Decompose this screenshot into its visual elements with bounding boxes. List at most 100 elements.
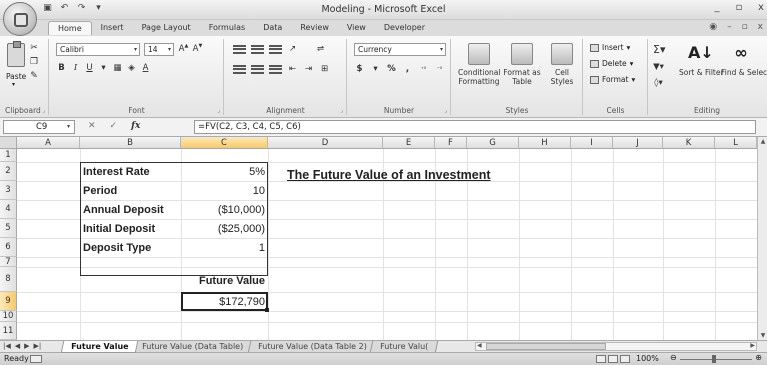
align-center-icon[interactable] xyxy=(251,64,264,74)
font-size-select[interactable]: 14 ▾ xyxy=(144,43,174,56)
scroll-right-icon[interactable]: ▶ xyxy=(750,342,755,349)
cell-c8-future-value-label[interactable]: Future Value xyxy=(181,270,268,292)
cancel-entry-icon[interactable]: ✕ xyxy=(88,121,96,131)
first-sheet-icon[interactable]: |◀ xyxy=(3,342,11,350)
column-header-f[interactable]: F xyxy=(435,137,467,149)
currency-button[interactable]: $ xyxy=(354,64,365,74)
bold-button[interactable]: B xyxy=(56,63,67,73)
increase-indent-icon[interactable]: ⇥ xyxy=(303,64,314,74)
row-header-6[interactable]: 6 xyxy=(0,238,17,257)
tab-view[interactable]: View xyxy=(338,21,375,35)
zoom-slider-knob[interactable] xyxy=(712,355,716,363)
last-sheet-icon[interactable]: ▶| xyxy=(34,342,42,350)
horizontal-scroll-thumb[interactable] xyxy=(486,343,606,350)
confirm-entry-icon[interactable]: ✓ xyxy=(110,121,118,131)
row-header-2[interactable]: 2 xyxy=(0,162,17,181)
active-cell-selection[interactable] xyxy=(181,292,269,312)
minimize-button[interactable]: _ xyxy=(713,2,721,13)
align-middle-icon[interactable] xyxy=(251,44,264,54)
underline-dropdown-icon[interactable]: ▾ xyxy=(98,63,109,73)
fill-icon[interactable]: ▼▾ xyxy=(653,62,664,72)
tab-developer[interactable]: Developer xyxy=(375,21,434,35)
fill-color-icon[interactable]: ◈ xyxy=(126,63,137,73)
horizontal-scrollbar[interactable]: ◀ ▶ xyxy=(475,342,757,351)
alignment-launcher-icon[interactable]: ⌟ xyxy=(340,107,343,114)
paste-button[interactable]: Paste xyxy=(6,72,26,81)
column-header-b[interactable]: B xyxy=(80,137,181,149)
row-header-4[interactable]: 4 xyxy=(0,200,17,219)
cell-c5[interactable]: ($25,000) xyxy=(181,219,268,238)
row-header-8[interactable]: 8 xyxy=(0,267,17,292)
row-header-1[interactable]: 1 xyxy=(0,149,17,162)
scroll-left-icon[interactable]: ◀ xyxy=(477,342,482,349)
insert-cells-button[interactable]: Insert ▾ xyxy=(590,43,630,52)
clear-icon[interactable]: ◊▾ xyxy=(653,78,664,88)
grow-font-icon[interactable]: A▲ xyxy=(178,43,189,54)
formula-input[interactable]: =FV(C2, C3, C4, C5, C6) xyxy=(194,120,756,134)
font-launcher-icon[interactable]: ⌟ xyxy=(217,107,220,114)
column-header-e[interactable]: E xyxy=(383,137,435,149)
name-box[interactable]: C9 ▾ xyxy=(3,120,75,134)
tab-insert[interactable]: Insert xyxy=(92,21,133,35)
sort-filter-button[interactable]: A↓ Sort & Filter xyxy=(679,43,724,77)
select-all-button[interactable] xyxy=(0,137,17,149)
row-header-7[interactable]: 7 xyxy=(0,257,17,267)
cell-c4[interactable]: ($10,000) xyxy=(181,200,268,219)
row-header-10[interactable]: 10 xyxy=(0,311,17,322)
normal-view-icon[interactable] xyxy=(596,355,606,363)
percent-button[interactable]: % xyxy=(386,64,397,74)
wrap-text-icon[interactable]: ⇌ xyxy=(315,44,326,54)
cell-c2[interactable]: 5% xyxy=(181,162,268,181)
column-header-k[interactable]: K xyxy=(663,137,715,149)
cell-b6[interactable]: Deposit Type xyxy=(80,238,181,257)
column-header-j[interactable]: J xyxy=(613,137,663,149)
shrink-font-icon[interactable]: A▼ xyxy=(192,43,203,54)
align-top-icon[interactable] xyxy=(233,44,246,54)
cell-c3[interactable]: 10 xyxy=(181,181,268,200)
italic-button[interactable]: I xyxy=(70,63,81,73)
borders-icon[interactable]: ▦ xyxy=(112,63,123,73)
cell-b5[interactable]: Initial Deposit xyxy=(80,219,181,238)
currency-dropdown-icon[interactable]: ▾ xyxy=(370,64,381,74)
cut-icon[interactable]: ✂ xyxy=(29,43,39,53)
ribbon-restore-icon[interactable]: ▫ xyxy=(742,22,748,32)
autosum-icon[interactable]: Σ▾ xyxy=(653,43,665,56)
scroll-up-icon[interactable]: ▲ xyxy=(759,138,767,145)
format-cells-button[interactable]: Format ▾ xyxy=(590,75,635,84)
clipboard-launcher-icon[interactable]: ⌟ xyxy=(42,107,45,114)
column-header-l[interactable]: L xyxy=(715,137,757,149)
zoom-out-icon[interactable]: ⊖ xyxy=(670,353,677,362)
underline-button[interactable]: U xyxy=(84,63,95,73)
cell-styles-button[interactable]: Cell Styles xyxy=(544,43,580,86)
paste-dropdown-icon[interactable]: ▾ xyxy=(12,81,15,88)
tab-formulas[interactable]: Formulas xyxy=(200,21,255,35)
copy-icon[interactable]: ❐ xyxy=(29,57,39,67)
ribbon-minimize-icon[interactable]: – xyxy=(727,22,732,32)
tab-home[interactable]: Home xyxy=(48,21,92,35)
font-color-icon[interactable]: A xyxy=(140,63,151,73)
number-format-select[interactable]: Currency ▾ xyxy=(354,43,446,56)
workbook-close-icon[interactable]: x xyxy=(758,22,763,32)
orientation-icon[interactable]: ↗ xyxy=(287,44,298,54)
format-as-table-button[interactable]: Format as Table xyxy=(502,43,542,86)
comma-button[interactable]: , xyxy=(402,64,413,74)
delete-cells-button[interactable]: Delete ▾ xyxy=(590,59,633,68)
cell-b4[interactable]: Annual Deposit xyxy=(80,200,181,219)
restore-button[interactable]: ▫ xyxy=(735,2,743,13)
align-right-icon[interactable] xyxy=(269,64,282,74)
tab-review[interactable]: Review xyxy=(291,21,338,35)
cell-c6[interactable]: 1 xyxy=(181,238,268,257)
sheet-tab-future-value[interactable]: Future Value xyxy=(60,341,139,353)
decrease-indent-icon[interactable]: ⇤ xyxy=(287,64,298,74)
zoom-slider[interactable]: ⊖ ⊕ xyxy=(668,353,764,364)
column-header-a[interactable]: A xyxy=(17,137,80,149)
tab-data[interactable]: Data xyxy=(254,21,291,35)
align-bottom-icon[interactable] xyxy=(269,44,282,54)
row-header-11[interactable]: 11 xyxy=(0,322,17,340)
page-break-view-icon[interactable] xyxy=(620,355,630,363)
font-name-select[interactable]: Calibri ▾ xyxy=(56,43,140,56)
zoom-in-icon[interactable]: ⊕ xyxy=(755,353,762,362)
row-header-3[interactable]: 3 xyxy=(0,181,17,200)
column-header-c[interactable]: C xyxy=(181,137,268,149)
column-header-g[interactable]: G xyxy=(467,137,519,149)
